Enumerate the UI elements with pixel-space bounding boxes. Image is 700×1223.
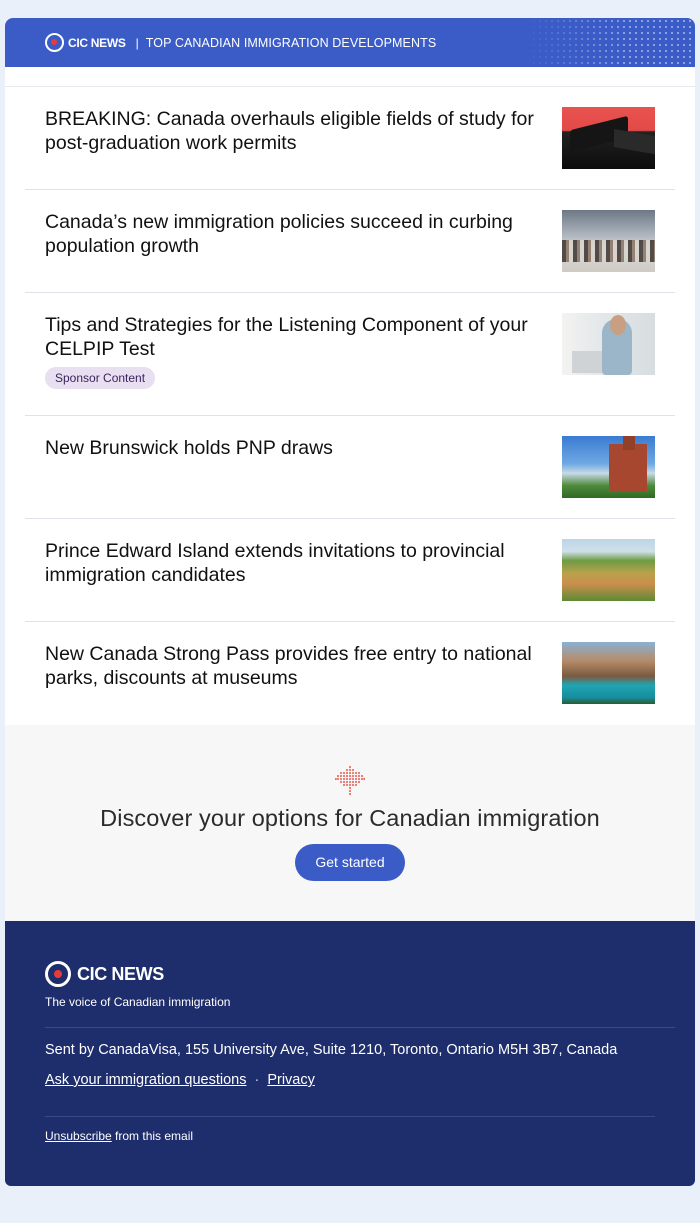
- article-thumbnail-graduation[interactable]: [562, 107, 655, 169]
- privacy-link[interactable]: Privacy: [267, 1072, 315, 1088]
- footer-tagline: The voice of Canadian immigration: [45, 995, 231, 1009]
- get-started-button[interactable]: Get started: [295, 844, 405, 881]
- header-logo-text[interactable]: CIC NEWS: [68, 36, 126, 50]
- article-item[interactable]: Canada’s new immigration policies succee…: [25, 190, 675, 293]
- article-title[interactable]: BREAKING: Canada overhauls eligible fiel…: [45, 107, 535, 155]
- world-map-dots-decoration: [525, 18, 695, 67]
- sponsor-content-badge: Sponsor Content: [45, 367, 156, 389]
- article-thumbnail-brick-building[interactable]: [562, 436, 655, 498]
- unsubscribe-line: Unsubscribe from this email: [45, 1129, 655, 1143]
- discover-options-section: Discover your options for Canadian immig…: [5, 725, 695, 921]
- maple-leaf-icon: [335, 765, 365, 795]
- header-spacer: [5, 67, 695, 87]
- article-item[interactable]: New Canada Strong Pass provides free ent…: [25, 622, 675, 725]
- article-title[interactable]: New Canada Strong Pass provides free ent…: [45, 642, 535, 690]
- unsubscribe-suffix: from this email: [111, 1129, 194, 1143]
- footer-divider: [45, 1027, 675, 1028]
- article-title[interactable]: Canada’s new immigration policies succee…: [45, 210, 535, 258]
- article-item[interactable]: Prince Edward Island extends invitations…: [25, 519, 675, 622]
- newsletter-footer: CIC NEWS The voice of Canadian immigrati…: [5, 921, 695, 1186]
- article-list: BREAKING: Canada overhauls eligible fiel…: [5, 87, 695, 725]
- article-item[interactable]: BREAKING: Canada overhauls eligible fiel…: [25, 87, 675, 190]
- cta-title: Discover your options for Canadian immig…: [100, 805, 600, 831]
- footer-logo-text: CIC NEWS: [77, 963, 164, 984]
- article-thumbnail-mountain-lake[interactable]: [562, 642, 655, 704]
- article-title[interactable]: Prince Edward Island extends invitations…: [45, 539, 535, 587]
- footer-divider: [45, 1116, 655, 1117]
- cic-news-logo-icon: [45, 33, 64, 52]
- article-item[interactable]: Tips and Strategies for the Listening Co…: [25, 293, 675, 416]
- cic-news-logo-icon: [45, 961, 71, 987]
- newsletter-email: CIC NEWS | TOP CANADIAN IMMIGRATION DEVE…: [5, 18, 695, 1186]
- article-thumbnail-man-at-laptop[interactable]: [562, 313, 655, 375]
- footer-logo[interactable]: CIC NEWS: [45, 961, 655, 987]
- header-separator: |: [135, 35, 139, 50]
- article-thumbnail-farmland[interactable]: [562, 539, 655, 601]
- unsubscribe-link[interactable]: Unsubscribe: [45, 1129, 112, 1143]
- ask-questions-link[interactable]: Ask your immigration questions: [45, 1072, 246, 1088]
- article-title[interactable]: New Brunswick holds PNP draws: [45, 436, 535, 460]
- article-item[interactable]: New Brunswick holds PNP draws: [25, 416, 675, 519]
- footer-links: Ask your immigration questions · Privacy: [45, 1072, 655, 1088]
- header-tagline: TOP CANADIAN IMMIGRATION DEVELOPMENTS: [145, 35, 437, 50]
- sender-address: Sent by CanadaVisa, 155 University Ave, …: [45, 1042, 618, 1058]
- article-thumbnail-city-crowd[interactable]: [562, 210, 655, 272]
- article-title[interactable]: Tips and Strategies for the Listening Co…: [45, 313, 535, 361]
- newsletter-header: CIC NEWS | TOP CANADIAN IMMIGRATION DEVE…: [5, 18, 695, 67]
- link-separator: ·: [254, 1072, 260, 1088]
